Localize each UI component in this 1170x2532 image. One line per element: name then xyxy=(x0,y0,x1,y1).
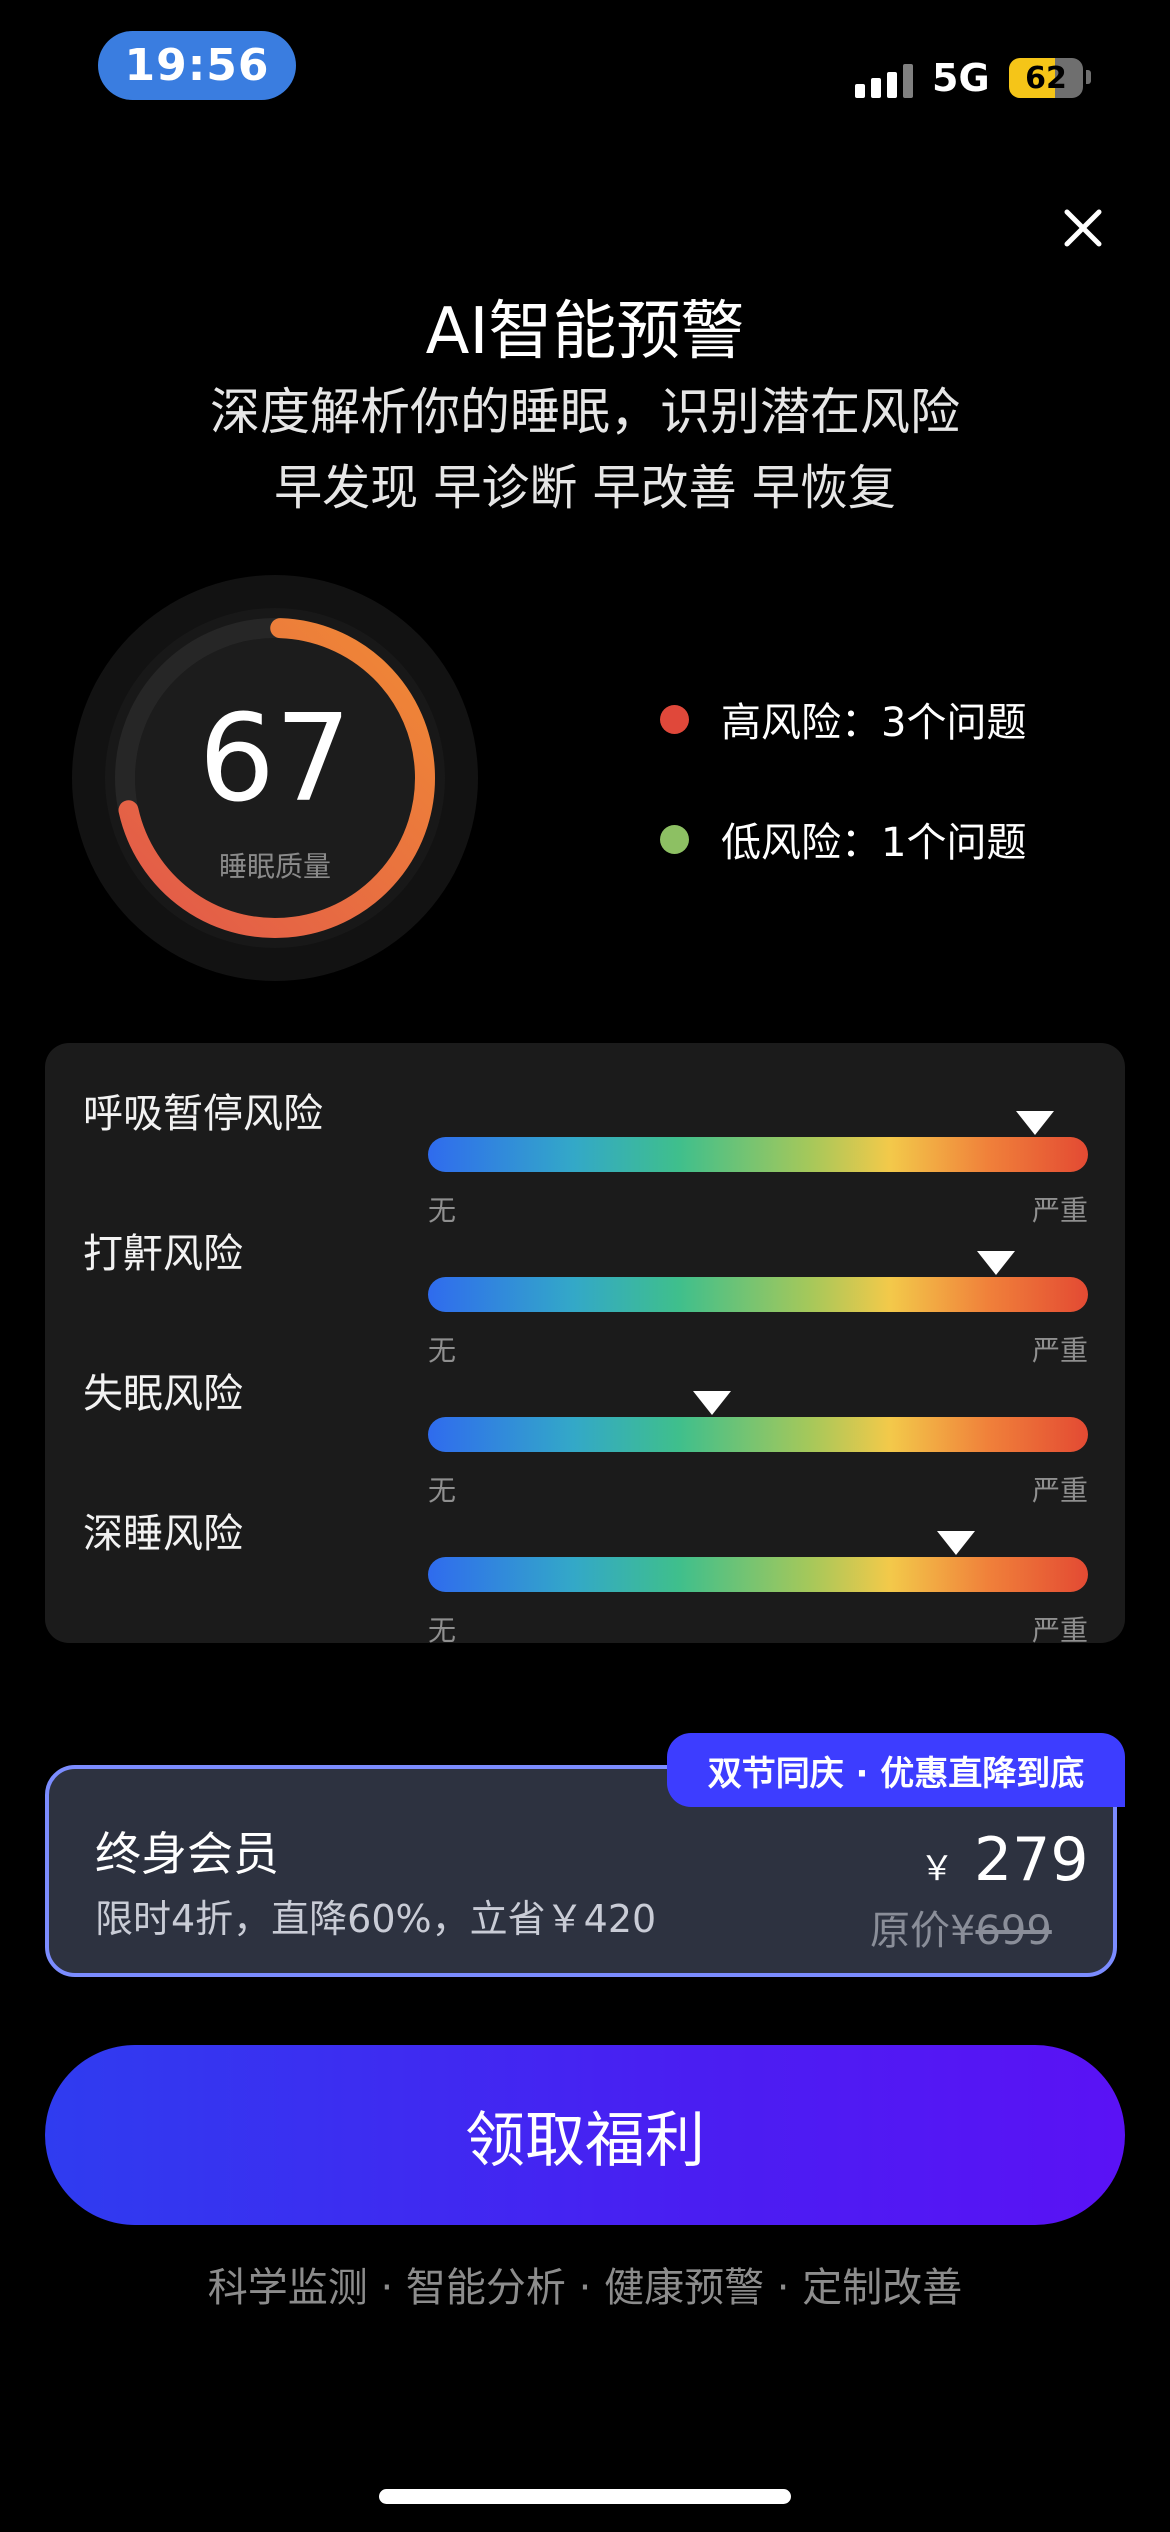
membership-title: 终身会员 xyxy=(95,1827,279,1881)
risk-scale-bar xyxy=(428,1557,1088,1592)
high-risk-summary: 高风险：3个问题 xyxy=(660,690,1026,748)
high-risk-dot xyxy=(660,704,689,734)
risk-label: 失眠风险 xyxy=(83,1371,243,1417)
risk-item-apnea: 呼吸暂停风险 无 严重 xyxy=(45,1081,1125,1227)
feature-list: 科学监测 · 智能分析 · 健康预警 · 定制改善 xyxy=(207,2265,963,2311)
risk-scale-bar xyxy=(428,1417,1088,1452)
low-risk-dot xyxy=(660,824,689,854)
risk-max-label: 严重 xyxy=(1031,1614,1088,1647)
page-title: AI智能预警 xyxy=(425,295,745,369)
home-indicator[interactable] xyxy=(379,2489,791,2504)
close-icon[interactable] xyxy=(1055,200,1111,256)
membership-description: 限时4折，直降60%，立省￥420 xyxy=(95,1897,657,1941)
network-type: 5G xyxy=(932,56,990,100)
risk-marker-icon xyxy=(1016,1111,1055,1135)
risk-label: 深睡风险 xyxy=(83,1511,243,1557)
original-price-value: 699 xyxy=(975,1908,1052,1954)
risk-item-deep-sleep: 深睡风险 无 严重 xyxy=(45,1501,1125,1647)
price: ￥ 279 xyxy=(920,1825,1089,1895)
low-risk-summary: 低风险：1个问题 xyxy=(660,810,1026,868)
risk-label: 呼吸暂停风险 xyxy=(83,1091,323,1137)
price-value: 279 xyxy=(974,1825,1089,1895)
claim-benefit-button[interactable]: 领取福利 xyxy=(45,2045,1125,2225)
page-subtitle: 深度解析你的睡眠，识别潜在风险 xyxy=(210,383,960,441)
risk-min-label: 无 xyxy=(428,1614,457,1647)
currency-symbol: ￥ xyxy=(920,1849,954,1889)
risk-label: 打鼾风险 xyxy=(83,1231,243,1277)
risk-marker-icon xyxy=(937,1531,975,1555)
sleep-score: 67 xyxy=(198,690,352,829)
status-time: 19:56 xyxy=(98,31,296,100)
battery-icon: 62 xyxy=(1009,58,1083,98)
risk-scale-bar xyxy=(428,1137,1088,1172)
risk-panel: 呼吸暂停风险 无 严重 打鼾风险 无 严重 失眠风险 无 严重 深睡风险 无 严… xyxy=(45,1043,1125,1647)
risk-item-snoring: 打鼾风险 无 严重 xyxy=(45,1221,1125,1367)
sleep-score-label: 睡眠质量 xyxy=(218,850,331,883)
page-tagline: 早发现 早诊断 早改善 早恢复 xyxy=(274,460,896,516)
original-price: 原价¥699 xyxy=(870,1898,1052,1956)
risk-scale-bar xyxy=(428,1277,1088,1312)
low-risk-label: 低风险：1个问题 xyxy=(721,820,1027,866)
battery-level: 62 xyxy=(1025,60,1067,96)
risk-marker-icon xyxy=(976,1251,1015,1275)
cellular-signal-icon xyxy=(855,60,913,98)
risk-marker-icon xyxy=(692,1391,731,1415)
high-risk-label: 高风险：3个问题 xyxy=(721,700,1027,746)
risk-item-insomnia: 失眠风险 无 严重 xyxy=(45,1361,1125,1507)
promo-badge: 双节同庆 · 优惠直降到底 xyxy=(667,1733,1125,1807)
battery-tip xyxy=(1086,70,1091,84)
original-price-label: 原价¥ xyxy=(870,1908,976,1954)
